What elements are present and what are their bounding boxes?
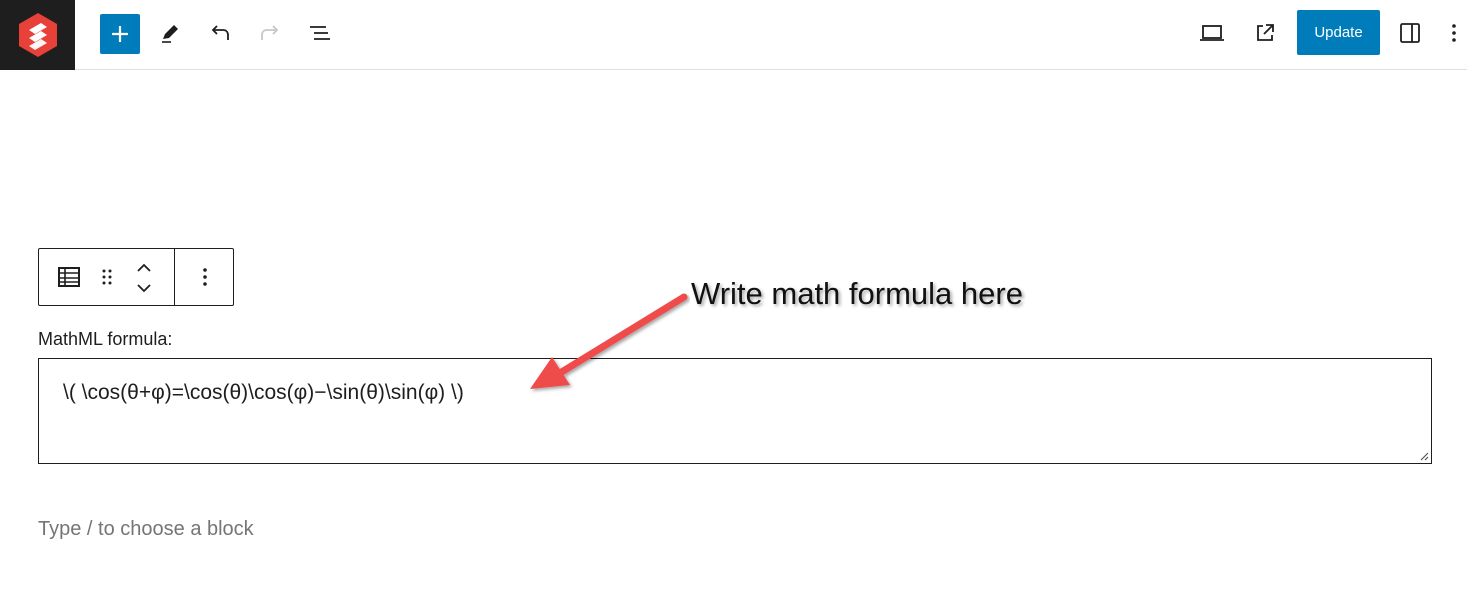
redo-icon — [261, 25, 279, 40]
undo-button[interactable] — [200, 13, 240, 53]
block-placeholder[interactable]: Type / to choose a block — [38, 518, 254, 541]
annotation-arrow-icon — [530, 293, 688, 389]
external-link-icon — [1257, 24, 1274, 41]
tools-button[interactable] — [150, 13, 190, 53]
toolbar-divider — [174, 249, 175, 305]
settings-toggle-button[interactable] — [1390, 13, 1430, 53]
block-type-button[interactable] — [49, 262, 89, 292]
options-button[interactable] — [1440, 13, 1467, 53]
plus-icon — [112, 26, 128, 42]
pencil-icon — [162, 25, 178, 43]
resize-handle-icon[interactable] — [1419, 451, 1429, 461]
annotation-label: Write math formula here — [691, 276, 1023, 311]
add-block-button[interactable] — [100, 14, 140, 54]
undo-icon — [211, 25, 229, 40]
laptop-icon — [1200, 25, 1224, 41]
logo-icon — [18, 13, 57, 57]
list-view-icon — [310, 26, 330, 40]
formula-label: MathML formula: — [38, 329, 173, 349]
block-toolbar — [38, 248, 234, 306]
formula-textarea[interactable]: \( \cos(θ+φ)=\cos(θ)\cos(φ)−\sin(θ)\sin(… — [38, 358, 1432, 464]
block-options-button[interactable] — [185, 262, 225, 292]
move-up-button[interactable] — [131, 259, 157, 277]
move-down-button[interactable] — [131, 279, 157, 297]
chevron-down-icon — [137, 284, 151, 293]
redo-button[interactable] — [250, 13, 290, 53]
preview-button[interactable] — [1192, 13, 1232, 53]
update-button[interactable]: Update — [1297, 10, 1380, 55]
vertical-ellipsis-icon — [203, 268, 207, 286]
view-post-button[interactable] — [1245, 13, 1285, 53]
table-block-icon — [58, 267, 80, 287]
formula-value: \( \cos(θ+φ)=\cos(θ)\cos(φ)−\sin(θ)\sin(… — [63, 381, 464, 404]
site-logo-button[interactable] — [0, 0, 75, 70]
list-view-button[interactable] — [300, 13, 340, 53]
drag-handle-icon — [102, 269, 112, 285]
chevron-up-icon — [137, 263, 151, 272]
sidebar-toggle-icon — [1400, 23, 1420, 43]
editor-top-toolbar: Update — [0, 0, 1467, 70]
drag-handle[interactable] — [94, 262, 120, 292]
vertical-ellipsis-icon — [1451, 24, 1456, 42]
